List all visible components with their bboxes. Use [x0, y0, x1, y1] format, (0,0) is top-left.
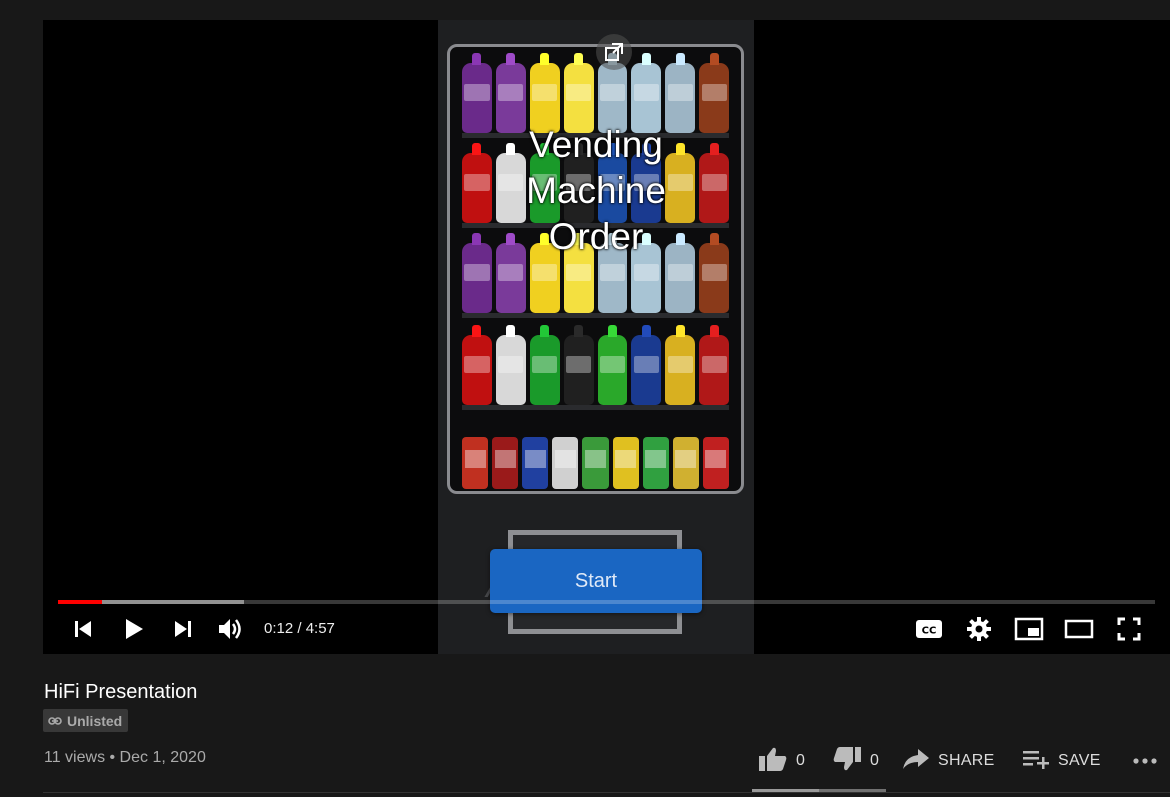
volume-icon[interactable] [215, 614, 247, 644]
share-icon [902, 747, 930, 776]
video-player[interactable]: Vending Machine Order A g Start [43, 20, 1170, 654]
player-controls: 0:12 / 4:57 CC [43, 606, 1170, 652]
overlay-title-line: Machine [526, 170, 666, 211]
video-frame: Vending Machine Order A g Start [438, 20, 754, 654]
progress-played [58, 600, 102, 604]
save-label: SAVE [1058, 752, 1101, 769]
popout-icon[interactable] [596, 34, 632, 70]
share-button[interactable]: SHARE [902, 744, 995, 778]
playlist-add-icon [1022, 748, 1050, 775]
more-actions-button[interactable] [1132, 744, 1158, 778]
share-label: SHARE [938, 752, 995, 769]
miniplayer-icon[interactable] [1013, 614, 1045, 644]
thumbs-down-icon [832, 746, 862, 777]
like-count: 0 [796, 752, 806, 769]
time-display: 0:12 / 4:57 [264, 620, 335, 637]
progress-bar[interactable] [58, 600, 1155, 604]
more-horizontal-icon [1132, 752, 1158, 770]
svg-text:CC: CC [922, 626, 937, 637]
settings-icon[interactable] [963, 614, 995, 644]
shelf-row [462, 407, 729, 489]
visibility-label: Unlisted [67, 712, 123, 729]
fullscreen-icon[interactable] [1113, 614, 1145, 644]
next-icon[interactable] [167, 614, 199, 644]
video-overlay-title: Vending Machine Order [438, 122, 754, 260]
link-icon [48, 713, 62, 729]
dislike-button[interactable]: 0 [832, 744, 879, 778]
captions-icon[interactable]: CC [913, 614, 945, 644]
visibility-badge: Unlisted [43, 709, 129, 732]
previous-icon[interactable] [67, 614, 99, 644]
vending-machine-image [447, 44, 744, 494]
divider [43, 792, 1170, 793]
dislike-count: 0 [870, 752, 880, 769]
thumbs-up-icon [758, 746, 788, 777]
video-title: HiFi Presentation [44, 681, 198, 703]
overlay-title-line: Order [548, 216, 644, 257]
like-button[interactable]: 0 [758, 744, 805, 778]
action-bar: 0 0 SHARE SAVE [0, 744, 1170, 780]
play-icon[interactable] [117, 614, 149, 644]
overlay-title-line: Vending [529, 124, 663, 165]
save-button[interactable]: SAVE [1022, 744, 1101, 778]
theater-icon[interactable] [1063, 614, 1095, 644]
shelf-row [462, 323, 729, 410]
